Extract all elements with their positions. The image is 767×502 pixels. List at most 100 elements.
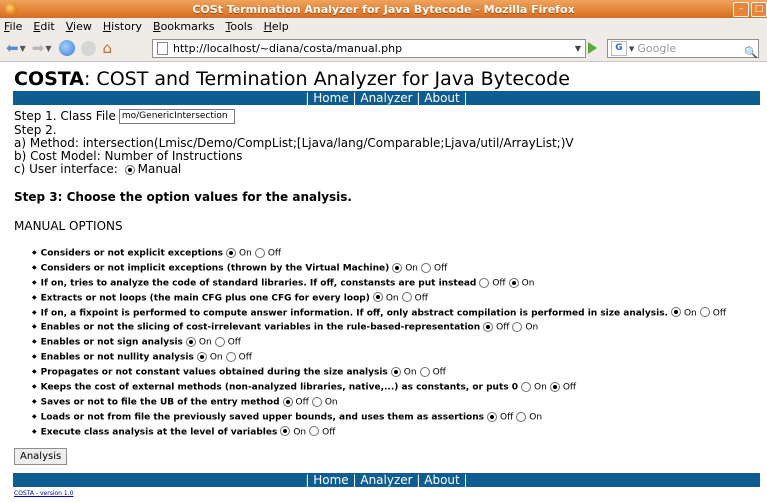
option-radio-b[interactable]: [419, 366, 430, 377]
option-radio-label: On: [324, 397, 338, 408]
cost-model-line: b) Cost Model: Number of Instructions: [14, 149, 243, 163]
option-radio-a[interactable]: [372, 292, 383, 303]
back-arrow-icon[interactable]: ⬅: [6, 39, 19, 57]
option-radio-label: On: [529, 412, 543, 423]
page-content: COSTA: COST and Termination Analyzer for…: [0, 68, 767, 497]
option-text: Considers or not explicit exceptions: [40, 248, 224, 259]
menubar: File Edit View History Bookmarks Tools H…: [0, 18, 767, 35]
menu-help[interactable]: Help: [264, 20, 289, 33]
option-text: Enables or not sign analysis: [40, 337, 183, 348]
option-radio-b[interactable]: [508, 277, 519, 288]
class-file-input[interactable]: mo/GenericIntersection: [118, 109, 235, 124]
option-radio-label: Off: [500, 412, 514, 423]
back-history-dropdown-icon[interactable]: ▼: [20, 44, 26, 53]
forward-arrow-icon[interactable]: ➡: [32, 39, 45, 57]
option-radio-a[interactable]: [390, 366, 401, 377]
step1-label: Step 1. Class File: [14, 109, 116, 123]
option-item: Execute class analysis at the level of v…: [32, 425, 767, 440]
forward-history-dropdown-icon[interactable]: ▼: [45, 44, 51, 53]
url-dropdown-icon[interactable]: ▼: [571, 44, 585, 53]
option-text: Keeps the cost of external methods (non-…: [40, 382, 519, 393]
bottom-navlinks[interactable]: | Home | Analyzer | About |: [13, 472, 760, 487]
option-radio-label: Off: [496, 322, 510, 333]
option-item: Keeps the cost of external methods (non-…: [32, 380, 767, 395]
option-radio-a[interactable]: [521, 381, 532, 392]
user-interface-label: c) User interface:: [14, 162, 118, 176]
option-item: Considers or not explicit exceptions On Of…: [32, 246, 767, 261]
option-radio-label: On: [293, 426, 307, 437]
url-text[interactable]: http://localhost/~diana/costa/manual.php: [173, 42, 571, 55]
option-radio-a[interactable]: [479, 277, 490, 288]
url-bar[interactable]: http://localhost/~diana/costa/manual.php…: [152, 39, 586, 58]
option-radio-a[interactable]: [392, 262, 403, 273]
option-text: Extracts or not loops (the main CFG plus…: [40, 292, 370, 303]
version-link[interactable]: COSTA - version 1.0: [14, 490, 767, 497]
option-radio-b[interactable]: [254, 247, 265, 258]
option-radio-b[interactable]: [311, 396, 322, 407]
option-radio-a[interactable]: [196, 352, 207, 363]
search-placeholder[interactable]: Google: [637, 42, 676, 55]
option-radio-b[interactable]: [214, 337, 225, 348]
reload-icon[interactable]: [59, 40, 76, 56]
option-radio-a[interactable]: [185, 337, 196, 348]
options-list: Considers or not explicit exceptions On Of…: [14, 246, 767, 440]
maximize-icon[interactable]: □: [751, 2, 767, 17]
option-radio-label: On: [403, 367, 417, 378]
option-radio-a[interactable]: [670, 307, 681, 318]
option-item: Propagates or not constant values obtain…: [32, 365, 767, 380]
option-radio-label: Off: [414, 292, 428, 303]
google-icon[interactable]: G: [611, 41, 627, 56]
option-radio-a[interactable]: [282, 396, 293, 407]
option-radio-a[interactable]: [487, 411, 497, 422]
option-radio-label: Off: [562, 382, 577, 393]
window-titlebar: COSt Termination Analyzer for Java Bytec…: [0, 0, 767, 18]
step1: Step 1. Class File mo/GenericIntersectio…: [14, 109, 767, 124]
menu-bookmarks[interactable]: Bookmarks: [153, 20, 214, 33]
analysis-button[interactable]: Analysis: [14, 447, 68, 465]
top-navlinks[interactable]: | Home | Analyzer | About |: [13, 91, 760, 105]
option-radio-b[interactable]: [225, 352, 236, 363]
option-radio-label: On: [521, 278, 535, 289]
navigation-toolbar: ⬅ ▼ ➡ ▼ ⌂ http://localhost/~diana/costa/…: [0, 35, 767, 62]
menu-edit[interactable]: Edit: [33, 20, 54, 33]
option-radio-b[interactable]: [549, 381, 560, 392]
option-radio-label: Off: [238, 352, 252, 363]
search-bar[interactable]: G ▼ Google 🔍: [607, 39, 759, 59]
option-item: Enables or not the slicing of cost-irrel…: [32, 320, 767, 335]
menu-history[interactable]: History: [103, 20, 142, 33]
menu-file[interactable]: File: [4, 20, 22, 33]
option-radio-b[interactable]: [401, 292, 412, 303]
option-text: If on, tries to analyze the code of stan…: [40, 278, 477, 289]
page-title: COSTA: COST and Termination Analyzer for…: [14, 68, 767, 91]
option-radio-a[interactable]: [483, 322, 494, 333]
home-icon[interactable]: ⌂: [102, 39, 112, 57]
option-radio-label: Off: [295, 397, 309, 408]
search-magnifier-icon[interactable]: 🔍: [744, 46, 758, 59]
option-radio-label: Off: [712, 307, 727, 318]
go-arrow-icon[interactable]: [588, 42, 597, 54]
menu-view[interactable]: View: [66, 20, 92, 33]
option-item: Enables or not sign analysis On Off: [32, 335, 767, 350]
option-text: Execute class analysis at the level of v…: [40, 426, 278, 437]
option-radio-b[interactable]: [699, 307, 710, 318]
option-radio-a[interactable]: [280, 426, 291, 437]
manual-radio[interactable]: [124, 164, 135, 175]
option-radio-label: Off: [322, 426, 336, 437]
option-radio-a[interactable]: [226, 247, 237, 258]
stop-icon[interactable]: [81, 40, 97, 56]
step3-heading: Step 3: Choose the option values for the…: [14, 190, 352, 204]
option-radio-b[interactable]: [516, 411, 527, 422]
option-radio-b[interactable]: [421, 262, 432, 273]
option-item: If on, tries to analyze the code of stan…: [32, 276, 767, 291]
minimize-icon[interactable]: –: [733, 2, 749, 17]
option-radio-label: On: [198, 337, 212, 348]
search-engine-dropdown-icon[interactable]: ▼: [629, 45, 634, 53]
option-radio-b[interactable]: [309, 426, 320, 437]
option-radio-b[interactable]: [512, 322, 523, 333]
option-radio-label: Off: [267, 248, 282, 259]
manual-options-heading: MANUAL OPTIONS: [14, 219, 123, 233]
page-icon: [157, 42, 168, 55]
menu-tools[interactable]: Tools: [225, 20, 252, 33]
option-radio-label: On: [534, 382, 547, 393]
option-item: If on, a fixpoint is performed to comput…: [32, 306, 767, 321]
